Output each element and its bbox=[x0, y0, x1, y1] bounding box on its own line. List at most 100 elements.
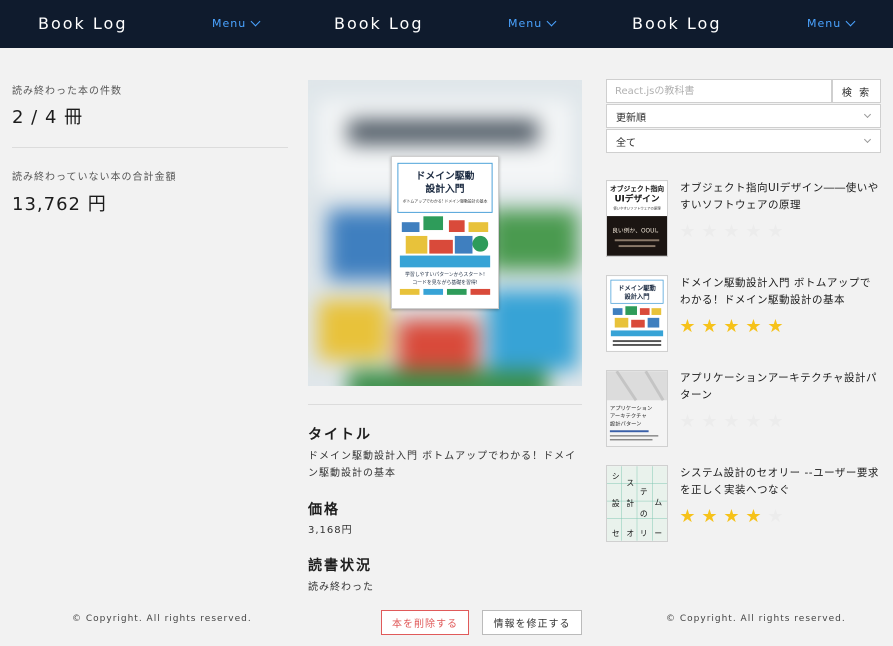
rating-stars[interactable]: ★ ★ ★ ★ ★ bbox=[678, 318, 785, 336]
chevron-down-icon bbox=[845, 16, 856, 27]
star-icon[interactable]: ★ bbox=[744, 508, 763, 526]
book-thumbnail: ドメイン駆動 設計入門 bbox=[606, 275, 668, 352]
thumb-text: テ bbox=[640, 487, 648, 496]
cover-subtitle: ボトムアップでわかる! ドメイン駆動設計の基本 bbox=[403, 199, 488, 204]
thumb-text: UIデザイン bbox=[614, 193, 659, 205]
search-input[interactable] bbox=[606, 79, 832, 103]
star-icon[interactable]: ★ bbox=[744, 318, 763, 336]
rating-stars[interactable]: ★ ★ ★ ★ ★ bbox=[678, 223, 785, 241]
star-icon[interactable]: ★ bbox=[678, 223, 697, 241]
cover-blurb-line2: コードを見ながら基礎を習得! bbox=[412, 279, 478, 286]
chevron-down-icon bbox=[863, 135, 872, 144]
divider bbox=[308, 404, 582, 405]
sort-select[interactable]: 更新順 bbox=[606, 104, 881, 128]
thumb-text: オ bbox=[626, 529, 634, 538]
book-thumbnail: アプリケーション アーキテクチャ 設計パターン bbox=[606, 370, 668, 447]
read-count-label: 読み終わった本の件数 bbox=[12, 86, 122, 97]
thumb-text: セ bbox=[612, 529, 620, 538]
menu-button[interactable]: Menu bbox=[212, 16, 261, 30]
star-icon[interactable]: ★ bbox=[678, 318, 697, 336]
menu-button[interactable]: Menu bbox=[508, 16, 557, 30]
edit-book-button[interactable]: 情報を修正する bbox=[482, 610, 582, 635]
menu-button[interactable]: Menu bbox=[807, 16, 856, 30]
thumb-text: シ bbox=[612, 472, 620, 481]
search-button[interactable]: 検 索 bbox=[832, 79, 881, 103]
star-icon[interactable]: ★ bbox=[700, 413, 719, 431]
menu-label: Menu bbox=[807, 17, 842, 30]
unread-total-label: 読み終わっていない本の合計金額 bbox=[12, 172, 177, 183]
star-icon[interactable]: ★ bbox=[766, 508, 785, 526]
title-value: ドメイン駆動設計入門 ボトムアップでわかる！ドメイン駆動設計の基本 bbox=[308, 451, 577, 479]
thumb-text: 良い例か、OOUI。 bbox=[612, 227, 662, 235]
menu-label: Menu bbox=[212, 17, 247, 30]
menu-label: Menu bbox=[508, 17, 543, 30]
price-value: 3,168円 bbox=[308, 525, 353, 536]
star-icon[interactable]: ★ bbox=[722, 318, 741, 336]
status-heading: 読書状況 bbox=[308, 558, 372, 574]
book-list-item[interactable]: ドメイン駆動 設計入門 ドメイン駆動設計入門 ボトムアップでわかる！ドメイン駆動… bbox=[606, 275, 882, 353]
thumb-text: ス bbox=[626, 479, 634, 488]
thumb-text: 設計入門 bbox=[624, 292, 649, 301]
book-title: アプリケーションアーキテクチャ設計パターン bbox=[680, 372, 878, 401]
cover-blurb-line1: 学習しやすいパターンからスタート! bbox=[405, 271, 485, 278]
logo[interactable]: Book Log bbox=[334, 14, 423, 33]
title-heading: タイトル bbox=[308, 427, 372, 443]
thumb-text: 設 bbox=[612, 498, 620, 508]
book-thumbnail: オブジェクト指向 UIデザイン 使いやすいソフトウェアの原理 良い例か、OOUI… bbox=[606, 180, 668, 257]
book-title: システム設計のセオリー --ユーザー要求を正しく実装へつなぐ bbox=[680, 467, 879, 496]
star-icon[interactable]: ★ bbox=[700, 318, 719, 336]
filter-select-value: 全て bbox=[616, 137, 636, 149]
rating-stars[interactable]: ★ ★ ★ ★ ★ bbox=[678, 508, 785, 526]
logo[interactable]: Book Log bbox=[38, 14, 127, 33]
cover-title-line1: ドメイン駆動 bbox=[416, 169, 475, 182]
rating-stars[interactable]: ★ ★ ★ ★ ★ bbox=[678, 413, 785, 431]
book-title: オブジェクト指向UIデザイン――使いやすいソフトウェアの原理 bbox=[680, 182, 879, 211]
price-heading: 価格 bbox=[308, 502, 340, 518]
thumb-text: ドメイン駆動 bbox=[618, 283, 656, 292]
app-header: Book Log Menu Book Log Menu Book Log Men… bbox=[0, 0, 893, 48]
star-icon[interactable]: ★ bbox=[744, 413, 763, 431]
star-icon[interactable]: ★ bbox=[678, 508, 697, 526]
thumb-text: 使いやすいソフトウェアの原理 bbox=[613, 205, 661, 210]
thumb-text: の bbox=[640, 510, 648, 519]
thumb-text: アーキテクチャ bbox=[610, 413, 647, 420]
book-thumbnail: シ ス テ ム 設 計 の セ オ リ ー bbox=[606, 465, 668, 542]
copyright: © Copyright. All rights reserved. bbox=[666, 614, 846, 624]
star-icon[interactable]: ★ bbox=[766, 223, 785, 241]
thumb-text: 計 bbox=[626, 498, 634, 508]
book-cover-panel: ドメイン駆動 設計入門 ボトムアップでわかる! ドメイン駆動設計の基本 学習しや… bbox=[308, 80, 582, 386]
divider bbox=[12, 147, 288, 148]
delete-book-button[interactable]: 本を削除する bbox=[381, 610, 469, 635]
thumb-text: ム bbox=[654, 498, 662, 507]
unread-total-value: 13,762 円 bbox=[12, 194, 107, 215]
book-title: ドメイン駆動設計入門 ボトムアップでわかる！ドメイン駆動設計の基本 bbox=[680, 277, 871, 306]
chevron-down-icon bbox=[546, 16, 557, 27]
cover-title-line2: 設計入門 bbox=[425, 182, 464, 195]
thumb-text: アプリケーション bbox=[610, 405, 652, 412]
star-icon[interactable]: ★ bbox=[700, 508, 719, 526]
chevron-down-icon bbox=[250, 16, 261, 27]
thumb-text: ー bbox=[654, 529, 662, 538]
chevron-down-icon bbox=[863, 110, 872, 119]
book-cover-image: ドメイン駆動 設計入門 ボトムアップでわかる! ドメイン駆動設計の基本 学習しや… bbox=[391, 156, 499, 309]
thumb-text: オブジェクト指向 bbox=[610, 184, 664, 193]
star-icon[interactable]: ★ bbox=[766, 413, 785, 431]
book-list-item[interactable]: オブジェクト指向 UIデザイン 使いやすいソフトウェアの原理 良い例か、OOUI… bbox=[606, 180, 882, 258]
filter-select[interactable]: 全て bbox=[606, 129, 881, 153]
star-icon[interactable]: ★ bbox=[722, 508, 741, 526]
thumb-text: 設計パターン bbox=[610, 419, 642, 427]
star-icon[interactable]: ★ bbox=[700, 223, 719, 241]
read-count-value: 2 / 4 冊 bbox=[12, 107, 84, 128]
book-list-item[interactable]: シ ス テ ム 設 計 の セ オ リ ー システム設計のセオリー --ユーザー… bbox=[606, 465, 882, 543]
star-icon[interactable]: ★ bbox=[722, 413, 741, 431]
thumb-text: リ bbox=[640, 529, 648, 538]
star-icon[interactable]: ★ bbox=[766, 318, 785, 336]
star-icon[interactable]: ★ bbox=[722, 223, 741, 241]
star-icon[interactable]: ★ bbox=[744, 223, 763, 241]
logo[interactable]: Book Log bbox=[632, 14, 721, 33]
copyright: © Copyright. All rights reserved. bbox=[72, 614, 252, 624]
sort-select-value: 更新順 bbox=[616, 112, 646, 124]
book-list-item[interactable]: アプリケーション アーキテクチャ 設計パターン アプリケーションアーキテクチャ設… bbox=[606, 370, 882, 448]
star-icon[interactable]: ★ bbox=[678, 413, 697, 431]
status-value: 読み終わった bbox=[308, 582, 374, 593]
